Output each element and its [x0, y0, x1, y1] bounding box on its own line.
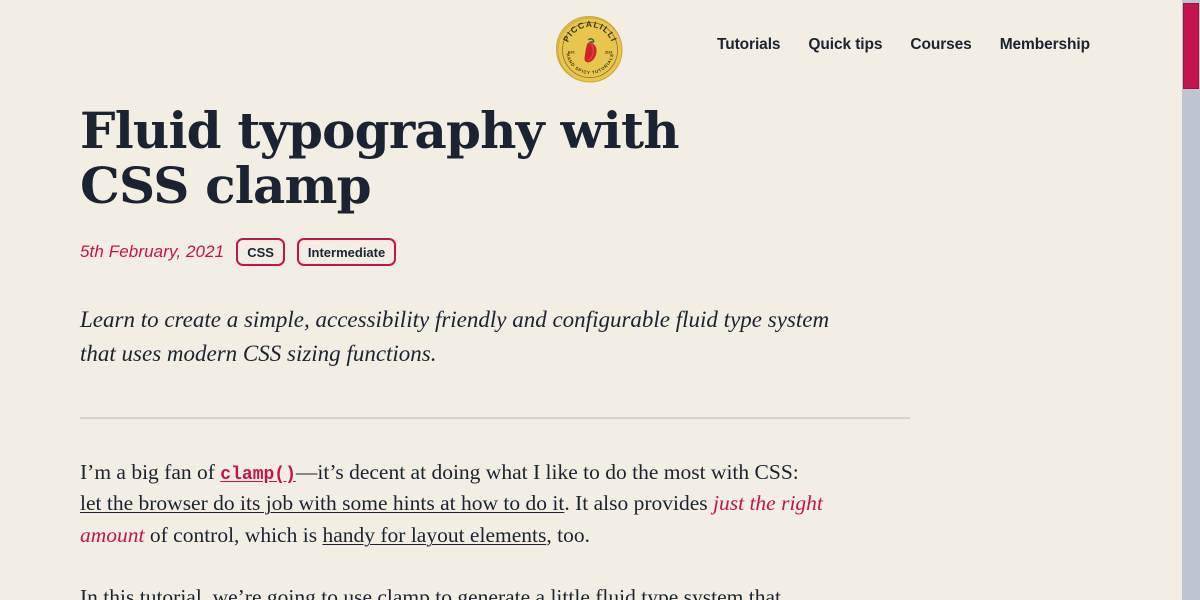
body-link-browser-job[interactable]: let the browser do its job with some hin…	[80, 491, 564, 515]
post-standfirst: Learn to create a simple, accessibility …	[80, 307, 830, 366]
post-date: 5th February, 2021	[80, 242, 225, 261]
main-navigation: Tutorials Quick tips Courses Membership	[717, 36, 1090, 54]
text-segment: of control, which is	[144, 523, 323, 548]
tag-badge-css[interactable]: CSS	[236, 238, 285, 266]
vertical-scrollbar-thumb[interactable]	[1183, 3, 1199, 89]
nav-link-quick-tips[interactable]: Quick tips	[808, 36, 882, 54]
text-segment: —it’s decent at doing what I like to do …	[295, 459, 799, 484]
paragraph-tutorial-lead: In this tutorial, we’re going to use cla…	[80, 585, 781, 600]
post-meta: 5th February, 2021 CSS Intermediate	[80, 238, 1102, 266]
text-segment: , too.	[546, 523, 590, 548]
svg-text:EST.: EST.	[568, 51, 575, 55]
article: Fluid typography with CSS clamp 5th Febr…	[0, 92, 1182, 600]
post-body: I’m a big fan of clamp()—it’s decent at …	[80, 419, 825, 600]
site-logo[interactable]: PICCALILLI HAND SPICY TUTORIALS EST. 201…	[556, 16, 623, 83]
tag-badge-intermediate[interactable]: Intermediate	[296, 238, 397, 266]
text-segment: I’m a big fan of	[80, 459, 221, 484]
piccalilli-logo-icon: PICCALILLI HAND SPICY TUTORIALS EST. 201…	[557, 17, 623, 83]
page-canvas: PICCALILLI HAND SPICY TUTORIALS EST. 201…	[0, 0, 1182, 600]
svg-text:2019: 2019	[605, 51, 613, 55]
nav-link-courses[interactable]: Courses	[910, 36, 971, 54]
site-header: PICCALILLI HAND SPICY TUTORIALS EST. 201…	[0, 0, 1182, 92]
body-link-layout-elements[interactable]: handy for layout elements	[322, 523, 546, 547]
nav-link-membership[interactable]: Membership	[1000, 36, 1090, 54]
page-title: Fluid typography with CSS clamp	[80, 101, 680, 215]
inline-code-clamp: clamp()	[220, 464, 296, 485]
vertical-scrollbar-track[interactable]	[1182, 0, 1200, 600]
text-segment: . It also provides	[564, 491, 713, 516]
nav-link-tutorials[interactable]: Tutorials	[717, 36, 781, 54]
paragraph-intro: I’m a big fan of clamp()—it’s decent at …	[80, 457, 825, 552]
